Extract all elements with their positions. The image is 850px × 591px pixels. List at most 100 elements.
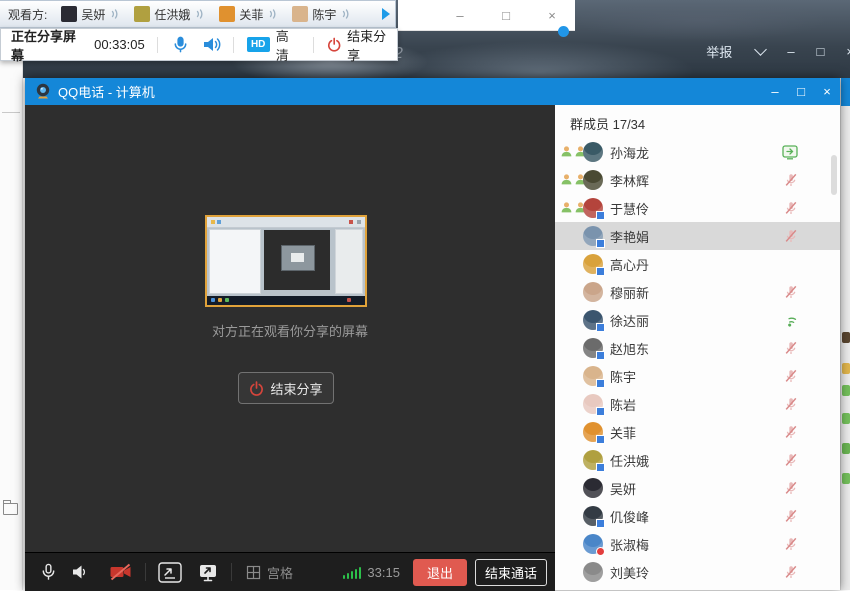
member-row[interactable]: 张淑梅 (555, 530, 840, 558)
divider (233, 37, 234, 53)
member-name: 孙海龙 (610, 143, 649, 162)
call-window-titlebar: QQ电话 - 计算机 – □ × (25, 78, 840, 105)
share-stage: 对方正在观看你分享的屏幕 结束分享 (25, 105, 555, 590)
member-avatar (583, 338, 603, 358)
member-avatar (583, 394, 603, 414)
sharing-caption: 对方正在观看你分享的屏幕 (25, 321, 555, 340)
end-sharing-label: 结束分享 (347, 26, 397, 64)
member-avatar (583, 422, 603, 442)
share-screen-button[interactable] (158, 562, 182, 583)
mic-toggle-button[interactable] (40, 563, 57, 581)
sound-waves-icon (108, 8, 120, 20)
background-minimize-button[interactable]: – (787, 44, 794, 59)
whiteboard-share-button[interactable] (198, 563, 218, 582)
member-row[interactable]: 高心丹 (555, 250, 840, 278)
viewer-name: 关菲 (239, 6, 263, 23)
member-row[interactable]: 陈宇 (555, 362, 840, 390)
muted-mic-icon[interactable] (784, 173, 798, 187)
white-window-maximize-button[interactable]: □ (483, 8, 529, 23)
member-row[interactable]: 刘美玲 (555, 558, 840, 586)
preview-nested-call-window (264, 230, 330, 290)
preview-right-panel (335, 229, 363, 294)
muted-mic-icon[interactable] (784, 565, 798, 579)
muted-mic-icon[interactable] (784, 229, 798, 243)
member-avatar (583, 562, 603, 582)
call-close-button[interactable]: × (814, 84, 840, 99)
viewer-item[interactable]: 陈宇 (292, 6, 351, 23)
muted-mic-icon[interactable] (784, 397, 798, 411)
background-left-window-strip (0, 60, 23, 590)
muted-mic-icon[interactable] (784, 341, 798, 355)
member-row[interactable]: 赵旭东 (555, 334, 840, 362)
report-button[interactable]: 举报 (706, 42, 732, 61)
muted-mic-icon[interactable] (784, 201, 798, 215)
expand-arrow-icon[interactable] (382, 8, 390, 20)
member-row[interactable]: 李艳娟 (555, 222, 840, 250)
viewer-avatar (292, 6, 308, 22)
viewer-item[interactable]: 任洪娥 (134, 6, 205, 23)
microphone-button[interactable] (172, 36, 189, 53)
exit-button[interactable]: 退出 (413, 559, 467, 586)
folder-icon (3, 503, 18, 515)
muted-mic-icon[interactable] (784, 453, 798, 467)
call-minimize-button[interactable]: – (762, 84, 788, 99)
avatar-fragment (842, 363, 850, 374)
member-avatar (583, 450, 603, 470)
end-share-button[interactable]: 结束分享 (238, 372, 334, 404)
member-name: 徐达丽 (610, 311, 649, 330)
member-name: 高心丹 (610, 255, 649, 274)
chevron-down-icon[interactable] (754, 43, 767, 56)
speaker-button[interactable] (203, 36, 221, 53)
members-scrollbar-thumb[interactable] (831, 155, 837, 195)
member-name: 陈岩 (610, 395, 636, 414)
speaker-toggle-button[interactable] (72, 564, 87, 580)
background-maximize-button[interactable]: □ (817, 44, 825, 59)
grid-view-label[interactable]: 宫格 (267, 563, 293, 582)
muted-mic-icon[interactable] (784, 369, 798, 383)
background-close-button[interactable]: × (846, 44, 850, 59)
muted-mic-icon[interactable] (784, 425, 798, 439)
end-share-button-label: 结束分享 (270, 379, 322, 398)
sharing-screen-icon[interactable] (782, 145, 798, 160)
member-row[interactable]: 陈岩 (555, 390, 840, 418)
member-row[interactable]: 仉俊峰 (555, 502, 840, 530)
member-row[interactable]: 孙海龙 (555, 138, 840, 166)
end-sharing-button[interactable]: 结束分享 (327, 26, 397, 64)
member-avatar (583, 478, 603, 498)
member-name: 穆丽新 (610, 283, 649, 302)
member-name: 赵旭东 (610, 339, 649, 358)
member-avatar (583, 226, 603, 246)
sound-waves-icon (266, 8, 278, 20)
call-maximize-button[interactable]: □ (788, 84, 814, 99)
member-avatar (583, 534, 603, 554)
online-badge (596, 379, 605, 388)
group-members-panel: 群成员 17/34 孙海龙 (555, 105, 840, 590)
viewer-item[interactable]: 关菲 (219, 6, 278, 23)
white-window-minimize-button[interactable]: – (437, 8, 483, 23)
divider (145, 563, 146, 581)
white-window-close-button[interactable]: × (529, 8, 575, 23)
member-row[interactable]: 吴妍 (555, 474, 840, 502)
viewer-name: 任洪娥 (154, 6, 190, 23)
member-row[interactable]: 穆丽新 (555, 278, 840, 306)
hd-quality-label[interactable]: 高清 (276, 26, 301, 64)
member-row[interactable]: 任洪娥 (555, 446, 840, 474)
muted-mic-icon[interactable] (784, 509, 798, 523)
member-row[interactable]: 徐达丽 (555, 306, 840, 334)
member-row[interactable]: 于慧伶 (555, 194, 840, 222)
hd-badge-icon: HD (247, 37, 270, 52)
muted-mic-icon[interactable] (784, 285, 798, 299)
muted-mic-icon[interactable] (784, 537, 798, 551)
end-call-button[interactable]: 结束通话 (475, 559, 547, 586)
background-titlebar-sliver (841, 78, 850, 106)
viewer-item[interactable]: 吴妍 (61, 6, 120, 23)
member-name: 陈宇 (610, 367, 636, 386)
member-row[interactable]: 关菲 (555, 418, 840, 446)
muted-mic-icon[interactable] (784, 481, 798, 495)
camera-off-button[interactable] (109, 563, 132, 581)
member-avatar (583, 506, 603, 526)
grid-view-icon[interactable] (246, 565, 261, 580)
member-row[interactable]: 李林辉 (555, 166, 840, 194)
person-icon (560, 145, 573, 158)
sharing-status-text: 正在分享屏幕 (11, 26, 86, 64)
